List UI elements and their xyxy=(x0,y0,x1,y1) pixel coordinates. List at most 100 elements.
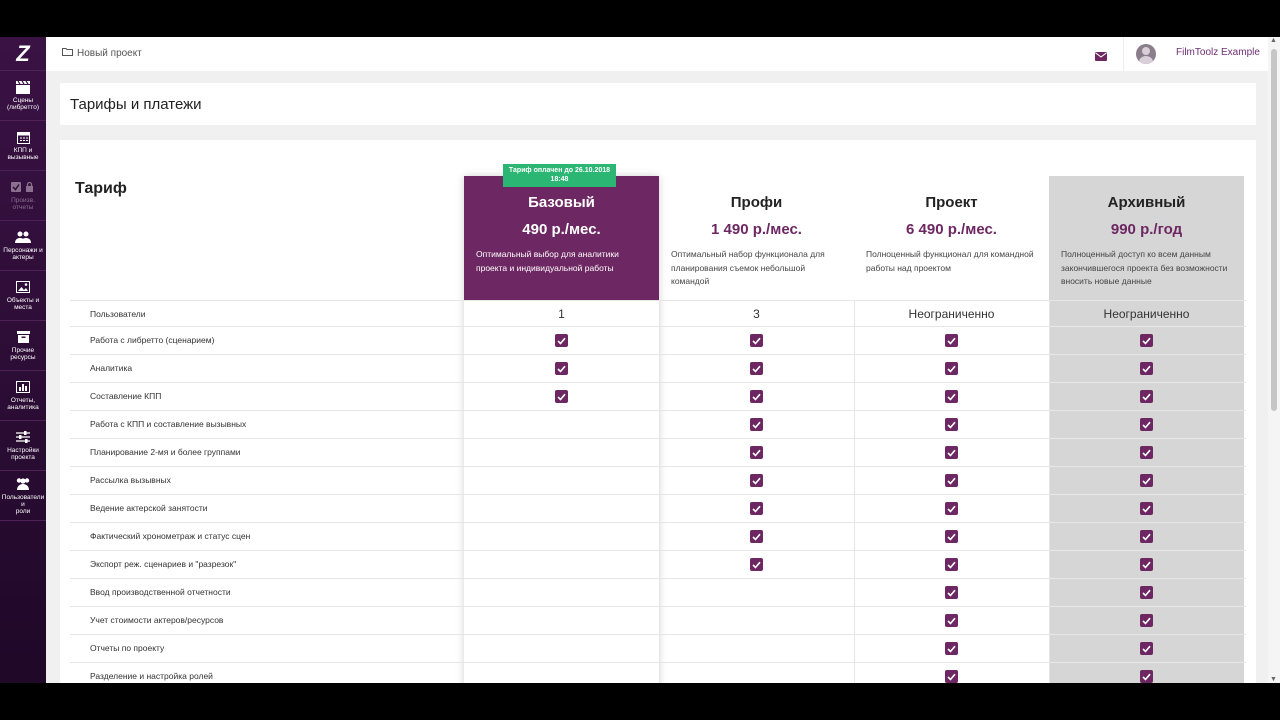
plan-name: Профи xyxy=(730,194,783,211)
row-divider xyxy=(70,634,1246,635)
plan-header[interactable]: Проект 6 490 р./мес. Полноценный функциона… xyxy=(854,176,1049,300)
film-icon xyxy=(15,80,31,94)
checkmark-icon xyxy=(1140,586,1153,599)
avatar[interactable] xyxy=(1136,44,1156,64)
sidebar-item-label: Прочие ресурсы xyxy=(10,347,36,361)
plan-name: Проект xyxy=(925,194,978,211)
checkmark-icon xyxy=(750,390,763,403)
checkmark-icon xyxy=(945,446,958,459)
checkmark-icon xyxy=(555,334,568,347)
feature-label: Экспорт реж. сценариев и "разрезок" xyxy=(90,559,237,569)
checkmark-icon xyxy=(945,502,958,515)
checkmark-icon xyxy=(1140,614,1153,627)
page-title: Тарифы и платежи xyxy=(70,96,202,113)
sidebar-item-label: Объекты и места xyxy=(6,297,40,311)
plan-price: 490 р./мес. xyxy=(522,221,601,238)
plan-description: Оптимальный набор функционала для планир… xyxy=(671,249,825,286)
row-divider xyxy=(70,494,1246,495)
plan-header[interactable]: Базовый 490 р./мес. Оптимальный выбор для … xyxy=(464,176,659,300)
users-count: Неограниченно xyxy=(1103,307,1190,321)
scroll-up-arrow-icon[interactable]: ▲ xyxy=(1270,37,1277,44)
users-count: Неограниченно xyxy=(908,307,995,321)
tariff-heading: Тариф xyxy=(75,180,127,197)
checkmark-icon xyxy=(1140,502,1153,515)
row-divider xyxy=(70,578,1246,579)
scrollbar[interactable]: ▲ ▼ xyxy=(1268,37,1280,683)
sidebar-item-4[interactable]: Объекты и места xyxy=(0,271,46,321)
checkmark-icon xyxy=(1140,334,1153,347)
users-count: 3 xyxy=(753,307,760,321)
top-bar: Новый проект FilmToolz Example xyxy=(46,37,1268,71)
scroll-thumb[interactable] xyxy=(1271,49,1277,411)
row-divider xyxy=(70,326,1246,327)
box-icon xyxy=(15,330,31,344)
row-divider xyxy=(70,466,1246,467)
checkmark-icon xyxy=(945,334,958,347)
checkmark-icon xyxy=(945,530,958,543)
sidebar-item-7[interactable]: Настройки проекта xyxy=(0,421,46,471)
checkmark-icon xyxy=(1140,670,1153,683)
sidebar-item-label: Персонажи и актеры xyxy=(3,247,43,261)
chart-icon xyxy=(15,380,31,394)
plan-description: Полноценный доступ ко всем данным законч… xyxy=(1061,249,1228,286)
feature-label-users: Пользователи xyxy=(90,309,146,319)
image-icon xyxy=(15,280,31,294)
folder-icon xyxy=(62,47,73,59)
sidebar-item-5[interactable]: Прочие ресурсы xyxy=(0,321,46,371)
scroll-down-arrow-icon[interactable]: ▼ xyxy=(1270,676,1277,683)
checkmark-icon xyxy=(1140,446,1153,459)
column-divider xyxy=(854,300,855,683)
sidebar-item-3[interactable]: Персонажи и актеры xyxy=(0,221,46,271)
checkmark-icon xyxy=(1140,642,1153,655)
feature-label: Работа с КПП и составление вызывных xyxy=(90,419,247,429)
plan-price: 1 490 р./мес. xyxy=(711,221,802,238)
checkmark-icon xyxy=(750,558,763,571)
sidebar-item-label: Отчеты, аналитика xyxy=(7,397,39,411)
sidebar-item-label: Настройки проекта xyxy=(7,447,39,461)
row-divider xyxy=(70,550,1246,551)
column-divider xyxy=(1049,300,1050,683)
sidebar-nav: Сцены (либретто) КПП и вызывные Произв. от… xyxy=(0,71,46,521)
user-name[interactable]: FilmToolz Example xyxy=(1176,47,1260,58)
sidebar-item-label: Сцены (либретто) xyxy=(7,97,39,111)
sidebar-item-2[interactable]: Произв. отчеты xyxy=(0,171,46,221)
breadcrumb[interactable]: Новый проект xyxy=(62,47,142,59)
sidebar-item-1[interactable]: КПП и вызывные xyxy=(0,121,46,171)
row-divider xyxy=(70,300,1246,301)
sidebar-item-label: КПП и вызывные xyxy=(7,147,39,161)
checkmark-icon xyxy=(945,670,958,683)
sidebar-item-8[interactable]: Пользователи и роли xyxy=(0,471,46,521)
column-divider xyxy=(659,300,660,683)
plan-price: 6 490 р./мес. xyxy=(906,221,997,238)
row-divider xyxy=(70,382,1246,383)
sidebar-item-0[interactable]: Сцены (либретто) xyxy=(0,71,46,121)
plan-header[interactable]: Профи 1 490 р./мес. Оптимальный набор функ… xyxy=(659,176,854,300)
feature-label: Составление КПП xyxy=(90,391,162,401)
mail-icon[interactable] xyxy=(1095,48,1107,66)
feature-label: Разделение и настройка ролей xyxy=(90,671,213,681)
checkmark-icon xyxy=(945,418,958,431)
checkmark-icon xyxy=(555,390,568,403)
checkmark-icon xyxy=(1140,390,1153,403)
title-card: Тарифы и платежи xyxy=(60,83,1256,125)
feature-label: Работа с либретто (сценарием) xyxy=(90,335,215,345)
feature-label: Ведение актерской занятости xyxy=(90,503,208,513)
sidebar-item-6[interactable]: Отчеты, аналитика xyxy=(0,371,46,421)
checkmark-icon xyxy=(750,474,763,487)
feature-label: Отчеты по проекту xyxy=(90,643,165,653)
feature-label: Рассылка вызывных xyxy=(90,475,171,485)
checkmark-icon xyxy=(555,362,568,375)
app-logo[interactable]: Z xyxy=(0,37,46,71)
breadcrumb-project[interactable]: Новый проект xyxy=(77,48,142,59)
plan-header[interactable]: Архивный 990 р./год Полноценный доступ ко … xyxy=(1049,176,1244,300)
checkmark-icon xyxy=(1140,418,1153,431)
checkmark-icon xyxy=(945,362,958,375)
pricing-card: Тариф Базовый 490 р./мес. Оптимальный выбо… xyxy=(60,140,1256,683)
feature-label: Учет стоимости актеров/ресурсов xyxy=(90,615,224,625)
plan-name: Архивный xyxy=(1107,194,1186,211)
checkmark-icon xyxy=(1140,474,1153,487)
feature-label: Ввод производственной отчетности xyxy=(90,587,231,597)
checkmark-icon xyxy=(1140,530,1153,543)
users-icon xyxy=(15,477,31,491)
checkmark-icon xyxy=(750,362,763,375)
